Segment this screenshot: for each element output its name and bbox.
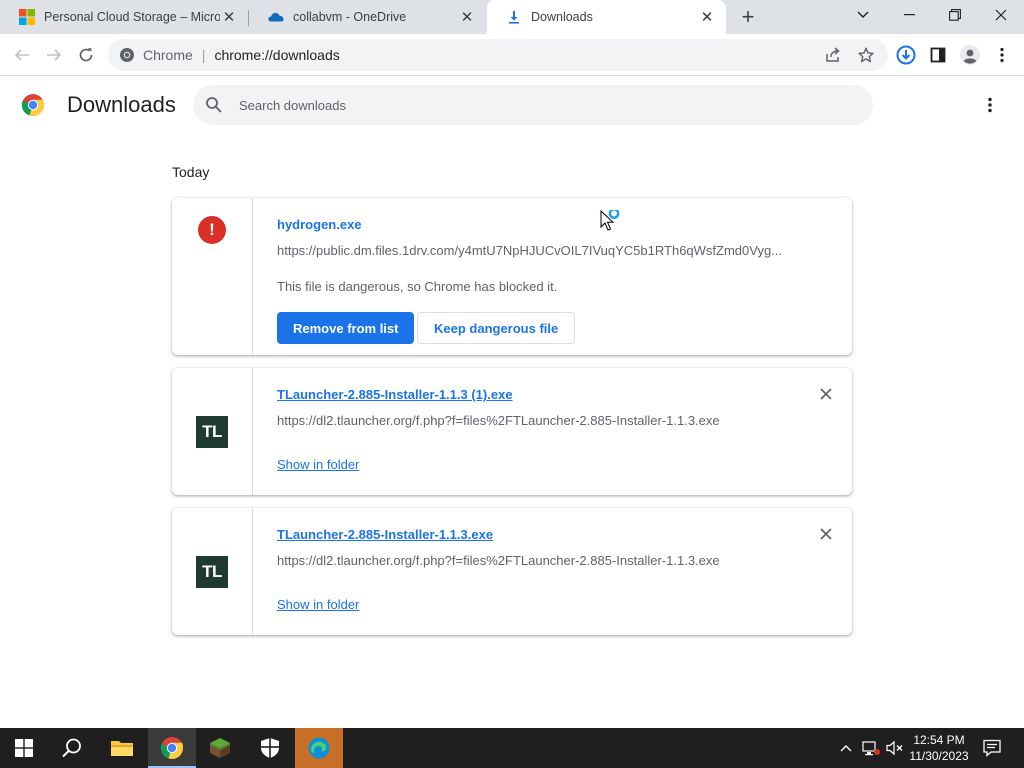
show-in-folder-link[interactable]: Show in folder bbox=[277, 597, 359, 612]
volume-muted-icon[interactable] bbox=[884, 728, 906, 768]
tab-personal-cloud-storage[interactable]: Personal Cloud Storage – Microsoft ✕ bbox=[0, 0, 248, 34]
tab-search-chevron-icon[interactable] bbox=[840, 0, 886, 30]
new-tab-button[interactable]: + bbox=[736, 4, 760, 29]
download-url[interactable]: https://dl2.tlauncher.org/f.php?f=files%… bbox=[277, 413, 817, 428]
page-title: Downloads bbox=[67, 92, 176, 117]
download-filename: hydrogen.exe bbox=[277, 217, 362, 232]
restore-button[interactable] bbox=[932, 0, 978, 30]
onedrive-cloud-icon bbox=[268, 9, 284, 25]
download-icon-column: ! bbox=[172, 198, 253, 355]
search-input[interactable] bbox=[239, 97, 799, 113]
omnibox-divider: | bbox=[201, 47, 206, 63]
download-url[interactable]: https://dl2.tlauncher.org/f.php?f=files%… bbox=[277, 553, 817, 568]
close-window-button[interactable] bbox=[978, 0, 1024, 30]
edge-browser-icon[interactable] bbox=[295, 728, 343, 768]
chrome-menu-icon[interactable] bbox=[990, 43, 1014, 67]
remove-item-close-icon[interactable] bbox=[818, 526, 834, 542]
windows-security-shield-icon[interactable] bbox=[246, 728, 294, 768]
system-clock[interactable]: 12:54 PM 11/30/2023 bbox=[906, 732, 972, 764]
chrome-taskbar-icon[interactable] bbox=[148, 728, 196, 768]
downloads-header: Downloads bbox=[0, 77, 1024, 133]
remove-from-list-button[interactable]: Remove from list bbox=[277, 312, 415, 344]
download-item: TL TLauncher-2.885-Installer-1.1.3.exe h… bbox=[172, 508, 852, 635]
forward-arrow-icon[interactable] bbox=[42, 43, 66, 67]
download-details: hydrogen.exe https://public.dm.files.1dr… bbox=[277, 198, 832, 355]
browser-toolbar: Chrome | chrome://downloads bbox=[0, 34, 1024, 76]
download-details: TLauncher-2.885-Installer-1.1.3 (1).exe … bbox=[277, 368, 832, 495]
show-in-folder-link[interactable]: Show in folder bbox=[277, 457, 359, 472]
taskbar-search-icon[interactable] bbox=[48, 728, 96, 768]
reload-icon[interactable] bbox=[74, 43, 98, 67]
download-item: ! hydrogen.exe https://public.dm.files.1… bbox=[172, 198, 852, 355]
start-windows-icon[interactable] bbox=[0, 728, 48, 768]
close-tab-icon[interactable]: ✕ bbox=[458, 8, 476, 26]
profile-avatar-icon[interactable] bbox=[958, 43, 982, 67]
close-tab-icon[interactable]: ✕ bbox=[220, 8, 238, 26]
download-icon bbox=[506, 9, 522, 25]
remove-item-close-icon[interactable] bbox=[818, 386, 834, 402]
microsoft-logo-icon bbox=[19, 9, 35, 25]
download-filename[interactable]: TLauncher-2.885-Installer-1.1.3.exe bbox=[277, 527, 493, 542]
show-hidden-icons-chevron-icon[interactable] bbox=[836, 728, 856, 768]
minimize-button[interactable] bbox=[886, 0, 932, 30]
share-icon[interactable] bbox=[822, 43, 846, 67]
clock-time: 12:54 PM bbox=[913, 733, 965, 747]
address-bar[interactable]: Chrome | chrome://downloads bbox=[108, 39, 888, 71]
download-item: TL TLauncher-2.885-Installer-1.1.3 (1).e… bbox=[172, 368, 852, 495]
window-controls bbox=[840, 0, 1024, 30]
busy-cursor-icon bbox=[600, 208, 624, 239]
windows-taskbar: 12:54 PM 11/30/2023 bbox=[0, 728, 1024, 768]
chrome-secure-icon bbox=[119, 47, 135, 63]
date-section-label: Today bbox=[172, 164, 210, 180]
search-downloads-box[interactable] bbox=[193, 85, 873, 125]
tab-title: Personal Cloud Storage – Microsoft bbox=[44, 10, 220, 24]
tab-collabvm-onedrive[interactable]: collabvm - OneDrive ✕ bbox=[249, 0, 486, 34]
tab-strip: Personal Cloud Storage – Microsoft ✕ col… bbox=[0, 0, 1024, 34]
search-icon bbox=[205, 96, 223, 114]
bookmark-star-icon[interactable] bbox=[854, 43, 878, 67]
notification-center-icon[interactable] bbox=[980, 728, 1004, 768]
network-icon[interactable] bbox=[860, 728, 882, 768]
file-explorer-folder-icon[interactable] bbox=[98, 728, 146, 768]
chrome-logo-icon bbox=[21, 93, 45, 117]
download-url[interactable]: https://public.dm.files.1drv.com/y4mtU7N… bbox=[277, 243, 817, 258]
keep-dangerous-file-button[interactable]: Keep dangerous file bbox=[417, 312, 576, 344]
close-tab-icon[interactable]: ✕ bbox=[698, 8, 716, 26]
side-panel-icon[interactable] bbox=[926, 43, 950, 67]
download-status: This file is dangerous, so Chrome has bl… bbox=[277, 279, 558, 294]
download-icon-column: TL bbox=[172, 368, 253, 495]
download-icon-column: TL bbox=[172, 508, 253, 635]
site-chip: Chrome bbox=[143, 47, 193, 63]
url-text: chrome://downloads bbox=[214, 47, 340, 63]
back-arrow-icon[interactable] bbox=[10, 43, 34, 67]
tab-title: collabvm - OneDrive bbox=[293, 10, 407, 24]
danger-warning-icon: ! bbox=[198, 216, 226, 244]
downloads-button-icon[interactable] bbox=[894, 43, 918, 67]
clock-date: 11/30/2023 bbox=[909, 749, 969, 763]
minecraft-grass-block-icon[interactable] bbox=[196, 728, 244, 768]
download-details: TLauncher-2.885-Installer-1.1.3.exe http… bbox=[277, 508, 832, 635]
tlauncher-file-icon: TL bbox=[196, 416, 228, 448]
more-actions-icon[interactable] bbox=[978, 93, 1002, 117]
tlauncher-file-icon: TL bbox=[196, 556, 228, 588]
tab-title: Downloads bbox=[531, 10, 593, 24]
download-filename[interactable]: TLauncher-2.885-Installer-1.1.3 (1).exe bbox=[277, 387, 513, 402]
tab-downloads[interactable]: Downloads ✕ bbox=[487, 0, 726, 34]
